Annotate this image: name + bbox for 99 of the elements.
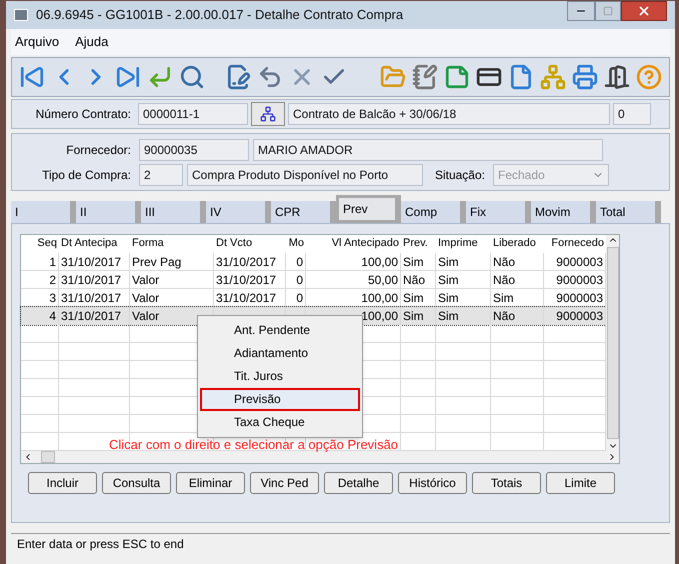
- action-button[interactable]: Eliminar: [176, 472, 245, 494]
- window-title: 06.9.6945 - GG1001B - 2.00.00.017 - Detalhe Contrato Compra: [36, 6, 404, 24]
- table-cell: Não: [491, 271, 544, 288]
- table-cell: 0: [286, 271, 306, 288]
- table-cell: Valor: [130, 271, 214, 288]
- document-icon[interactable]: [508, 64, 534, 90]
- field-label: Número Contrato:: [34, 106, 132, 123]
- tab[interactable]: II: [76, 201, 141, 223]
- table-row[interactable]: 2 31/10/2017 Valor 31/10/2017 0 50,00 Não Sim Não 9000003: [21, 271, 606, 289]
- column-header[interactable]: Dt Vcto: [214, 235, 286, 253]
- table-cell: Não: [491, 307, 544, 325]
- supplier-name-field[interactable]: MARIO AMADOR: [253, 138, 603, 160]
- table-cell: 31/10/2017: [59, 253, 130, 270]
- table-cell: 31/10/2017: [59, 307, 130, 325]
- horizontal-scrollbar[interactable]: [21, 451, 619, 463]
- status-text: Enter data or press ESC to end: [17, 536, 184, 553]
- column-header[interactable]: Imprime: [436, 235, 491, 253]
- help-icon[interactable]: [636, 64, 662, 90]
- column-header[interactable]: Mo: [286, 235, 306, 253]
- action-button[interactable]: Histórico: [398, 472, 467, 494]
- menu-item[interactable]: Taxa Cheque: [200, 411, 360, 434]
- scroll-thumb[interactable]: [41, 451, 55, 463]
- purchase-type-field[interactable]: Compra Produto Disponível no Porto: [187, 164, 423, 186]
- column-header[interactable]: Liberado: [491, 235, 544, 253]
- contract-number-field[interactable]: 0000011-1: [138, 103, 248, 125]
- action-button[interactable]: Incluir: [28, 472, 97, 494]
- last-icon[interactable]: [115, 64, 141, 90]
- action-button[interactable]: Consulta: [102, 472, 171, 494]
- tab[interactable]: III: [141, 201, 206, 223]
- notepad-icon[interactable]: [412, 64, 438, 90]
- menu-item[interactable]: Previsão: [200, 388, 360, 411]
- tab[interactable]: CPR: [271, 201, 336, 223]
- enter-arrow-icon[interactable]: [147, 64, 173, 90]
- annotation-text: Clicar com o direito e selecionar a opção Previsão: [109, 436, 398, 454]
- search-icon[interactable]: [179, 64, 205, 90]
- action-button[interactable]: Limite: [546, 472, 615, 494]
- tab[interactable]: Fix: [466, 201, 531, 223]
- tab[interactable]: I: [11, 201, 76, 223]
- table-cell: 100,00: [306, 253, 401, 270]
- menu-item[interactable]: Ajuda: [75, 32, 108, 52]
- vertical-scrollbar[interactable]: [606, 235, 619, 451]
- action-button[interactable]: Totais: [472, 472, 541, 494]
- column-header[interactable]: Fornecedo: [544, 235, 606, 253]
- table-cell: Sim: [436, 307, 491, 325]
- table-cell: 31/10/2017: [214, 253, 286, 270]
- count-field[interactable]: 0: [613, 103, 651, 125]
- table-cell: 1: [21, 253, 59, 270]
- maximize-icon: [603, 6, 613, 16]
- door-icon[interactable]: [604, 64, 630, 90]
- supplier-code-field[interactable]: 90000035: [139, 138, 249, 160]
- purchase-type-code-field[interactable]: 2: [139, 164, 183, 186]
- tab[interactable]: Movim: [531, 201, 596, 223]
- contract-description-field[interactable]: Contrato de Balcão + 30/06/18: [288, 103, 610, 125]
- table-cell: 50,00: [306, 271, 401, 288]
- table-cell: Sim: [436, 253, 491, 270]
- scroll-thumb[interactable]: [606, 247, 618, 439]
- table-cell: Não: [491, 253, 544, 270]
- action-button[interactable]: Vinc Ped: [250, 472, 319, 494]
- table-cell: 31/10/2017: [214, 271, 286, 288]
- hierarchy-button[interactable]: [251, 102, 285, 126]
- page-corner-icon[interactable]: [444, 64, 470, 90]
- hierarchy-icon: [260, 106, 276, 122]
- undo-icon[interactable]: [257, 64, 283, 90]
- table-cell: 4: [21, 307, 59, 325]
- table-cell: Prev Pag: [130, 253, 214, 270]
- app-icon: [14, 9, 28, 21]
- table-cell: 0: [286, 253, 306, 270]
- close-button[interactable]: [621, 1, 667, 21]
- first-icon[interactable]: [19, 64, 45, 90]
- tree-icon[interactable]: [540, 64, 566, 90]
- table-cell: Sim: [436, 271, 491, 288]
- table-cell: Sim: [401, 307, 436, 325]
- column-header[interactable]: Forma: [130, 235, 214, 253]
- field-label: Tipo de Compra:: [41, 166, 132, 184]
- field-label: Fornecedor:: [65, 142, 132, 158]
- tab[interactable]: Comp: [401, 201, 466, 223]
- table-cell: Sim: [401, 253, 436, 270]
- minimize-button[interactable]: [567, 1, 595, 21]
- printer-icon[interactable]: [572, 64, 598, 90]
- menu-item[interactable]: Tit. Juros: [200, 365, 360, 388]
- column-header[interactable]: Prev.: [401, 235, 436, 253]
- column-header[interactable]: Seq: [21, 235, 59, 253]
- tab[interactable]: IV: [206, 201, 271, 223]
- field-label: Situação:: [434, 166, 486, 184]
- tab[interactable]: Total: [596, 201, 661, 223]
- menu-item[interactable]: Arquivo: [15, 32, 60, 52]
- folders-icon[interactable]: [380, 64, 406, 90]
- table-cell: Não: [401, 271, 436, 288]
- column-header[interactable]: Vl Antecipado: [306, 235, 401, 253]
- edit-document-icon[interactable]: [225, 64, 251, 90]
- column-header[interactable]: Dt Antecipa: [59, 235, 130, 253]
- maximize-button[interactable]: [595, 1, 621, 21]
- menu-item[interactable]: Adiantamento: [200, 342, 360, 365]
- tab[interactable]: Prev: [336, 195, 401, 223]
- action-button[interactable]: Detalhe: [324, 472, 393, 494]
- close-icon: [637, 4, 651, 18]
- table-cell: 31/10/2017: [59, 271, 130, 288]
- table-row[interactable]: 1 31/10/2017 Prev Pag 31/10/2017 0 100,00 Sim Sim Não 9000003: [21, 253, 606, 271]
- table-cell: 2: [21, 271, 59, 288]
